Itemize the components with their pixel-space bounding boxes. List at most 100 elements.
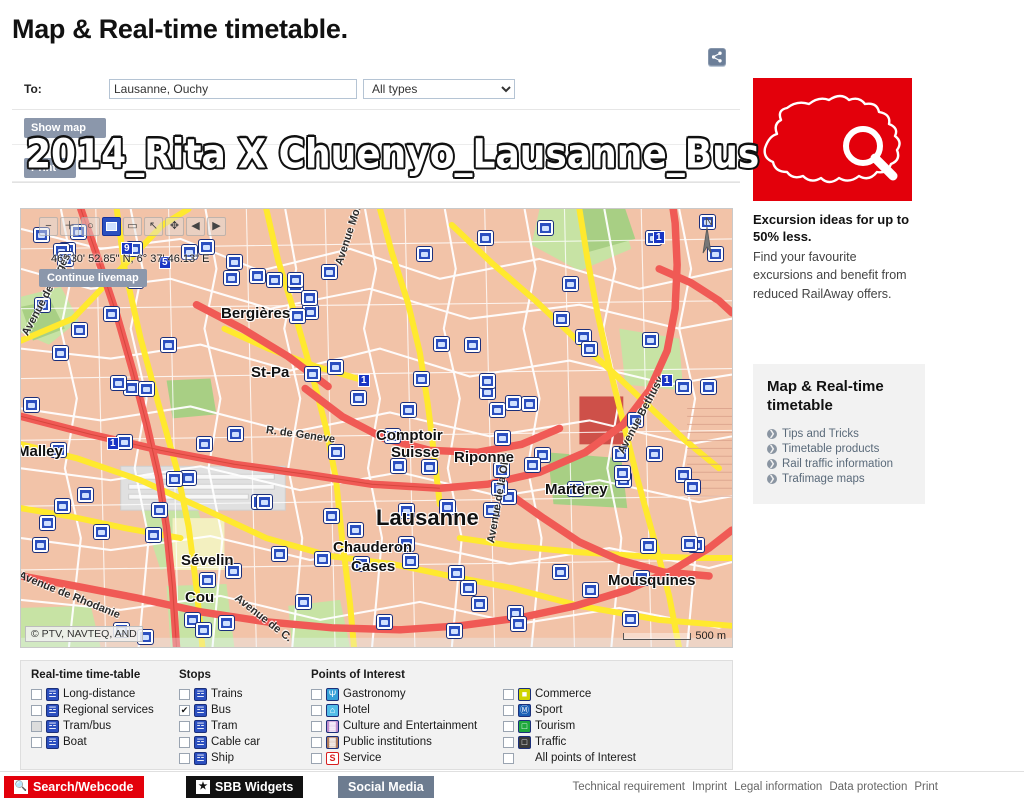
legend-row[interactable]: ☲ Tram [179, 718, 297, 734]
bus-stop-pin[interactable] [422, 460, 437, 474]
legend-checkbox[interactable]: ✔ [179, 704, 190, 716]
bus-stop-pin[interactable] [641, 539, 656, 553]
bus-stop-pin[interactable] [385, 429, 400, 443]
footer-link[interactable]: Data protection [829, 781, 907, 793]
bus-stop-pin[interactable] [272, 547, 287, 561]
bus-stop-pin[interactable] [525, 458, 540, 472]
legend-checkbox[interactable] [31, 736, 42, 748]
bus-stop-pin[interactable] [465, 338, 480, 352]
bus-stop-pin[interactable] [250, 269, 265, 283]
bus-stop-pin[interactable] [296, 595, 311, 609]
legend-checkbox[interactable] [179, 736, 190, 748]
legend-checkbox[interactable] [311, 704, 322, 716]
bus-stop-pin[interactable] [328, 360, 343, 374]
legend-checkbox[interactable] [503, 688, 514, 700]
legend-checkbox[interactable] [503, 736, 514, 748]
bus-stop-pin[interactable] [35, 298, 50, 312]
footer-link[interactable]: Imprint [692, 781, 727, 793]
zoom-out-icon[interactable]: − [39, 217, 58, 236]
back-icon[interactable]: ◀ [186, 217, 205, 236]
bus-stop-pin[interactable] [322, 265, 337, 279]
bus-stop-pin[interactable] [484, 503, 499, 517]
bus-stop-pin[interactable] [226, 564, 241, 578]
bus-stop-pin[interactable] [478, 231, 493, 245]
legend-row[interactable]: ✔ ☲ Bus [179, 702, 297, 718]
bus-stop-pin[interactable] [72, 323, 87, 337]
footer-link[interactable]: Technical requirement [572, 781, 685, 793]
legend-checkbox[interactable] [311, 736, 322, 748]
legend-checkbox[interactable] [31, 704, 42, 716]
legend-row[interactable]: All points of Interest [503, 750, 669, 766]
bus-stop-pin[interactable] [615, 466, 630, 480]
bus-stop-pin[interactable] [647, 447, 662, 461]
legend-row[interactable]: ☲ Regional services [31, 702, 165, 718]
footer-link[interactable]: Legal information [734, 781, 822, 793]
bus-stop-pin[interactable] [643, 333, 658, 347]
bus-stop-pin[interactable] [522, 397, 537, 411]
bus-stop-pin[interactable] [219, 616, 234, 630]
bus-stop-pin[interactable] [391, 459, 406, 473]
legend-row[interactable]: ☲ Boat [31, 734, 165, 750]
map-toolbar[interactable]: − ＋ ○ ▭ ↖ ✥ ◀ ▶ [39, 217, 226, 236]
bus-stop-pin[interactable] [399, 537, 414, 551]
bus-stop-pin[interactable] [401, 403, 416, 417]
bus-stop-pin[interactable] [111, 376, 126, 390]
bus-stop-pin[interactable] [139, 382, 154, 396]
legend-row[interactable]: □ Traffic [503, 734, 669, 750]
legend-row[interactable]: ☲ Tram/bus [31, 718, 165, 734]
legend-checkbox[interactable] [311, 752, 322, 764]
bus-stop-pin[interactable] [305, 367, 320, 381]
bus-stop-pin[interactable] [161, 338, 176, 352]
bus-stop-pin[interactable] [563, 277, 578, 291]
rail-link[interactable]: ❯ Tips and Tricks [767, 428, 911, 440]
bus-stop-pin[interactable] [51, 443, 66, 457]
rectangle-select-icon[interactable]: ▭ [123, 217, 142, 236]
magnifier-icon[interactable]: ○ [81, 217, 100, 236]
bus-stop-pin[interactable] [53, 346, 68, 360]
bus-stop-pin[interactable] [228, 427, 243, 441]
bus-stop-pin[interactable] [224, 271, 239, 285]
bus-stop-pin[interactable] [399, 504, 414, 518]
rail-link[interactable]: ❯ Timetable products [767, 443, 911, 455]
bus-stop-pin[interactable] [506, 396, 521, 410]
bus-stop-pin[interactable] [377, 615, 392, 629]
bus-stop-pin[interactable] [200, 573, 215, 587]
bus-stop-pin[interactable] [582, 342, 597, 356]
bus-stop-pin[interactable] [267, 273, 282, 287]
legend-checkbox[interactable] [31, 688, 42, 700]
route-number-badge[interactable]: 1 [661, 374, 673, 387]
bus-stop-pin[interactable] [303, 305, 318, 319]
bus-stop-pin[interactable] [290, 309, 305, 323]
legend-row[interactable]: ■ Commerce [503, 686, 669, 702]
bus-stop-pin[interactable] [676, 380, 691, 394]
bus-stop-pin[interactable] [348, 523, 363, 537]
legend-checkbox[interactable] [179, 720, 190, 732]
bus-stop-pin[interactable] [104, 307, 119, 321]
bus-stop-pin[interactable] [33, 538, 48, 552]
bus-stop-pin[interactable] [403, 554, 418, 568]
bus-stop-pin[interactable] [634, 571, 649, 585]
social-media-button[interactable]: Social Media [338, 776, 434, 798]
bus-stop-pin[interactable] [447, 624, 462, 638]
bus-stop-pin[interactable] [480, 374, 495, 388]
legend-checkbox[interactable] [179, 688, 190, 700]
bus-stop-pin[interactable] [124, 381, 139, 395]
footer-link[interactable]: Print [914, 781, 938, 793]
map-mode-icon[interactable] [102, 217, 121, 236]
bus-stop-pin[interactable] [55, 499, 70, 513]
bus-stop-pin[interactable] [440, 500, 455, 514]
legend-checkbox[interactable] [179, 752, 190, 764]
legend-checkbox[interactable] [503, 720, 514, 732]
map-viewport[interactable]: − ＋ ○ ▭ ↖ ✥ ◀ ▶ 46° 30' 52.85" N, 6° 37'… [20, 208, 733, 648]
legend-row[interactable]: ☲ Long-distance [31, 686, 165, 702]
legend-checkbox[interactable] [31, 720, 42, 732]
bus-stop-pin[interactable] [461, 581, 476, 595]
legend-row[interactable]: ☲ Cable car [179, 734, 297, 750]
bus-stop-pin[interactable] [324, 509, 339, 523]
bus-stop-pin[interactable] [94, 525, 109, 539]
bus-stop-pin[interactable] [685, 480, 700, 494]
bus-stop-pin[interactable] [623, 612, 638, 626]
bus-stop-pin[interactable] [628, 413, 643, 427]
bus-stop-pin[interactable] [302, 291, 317, 305]
bus-stop-pin[interactable] [583, 583, 598, 597]
